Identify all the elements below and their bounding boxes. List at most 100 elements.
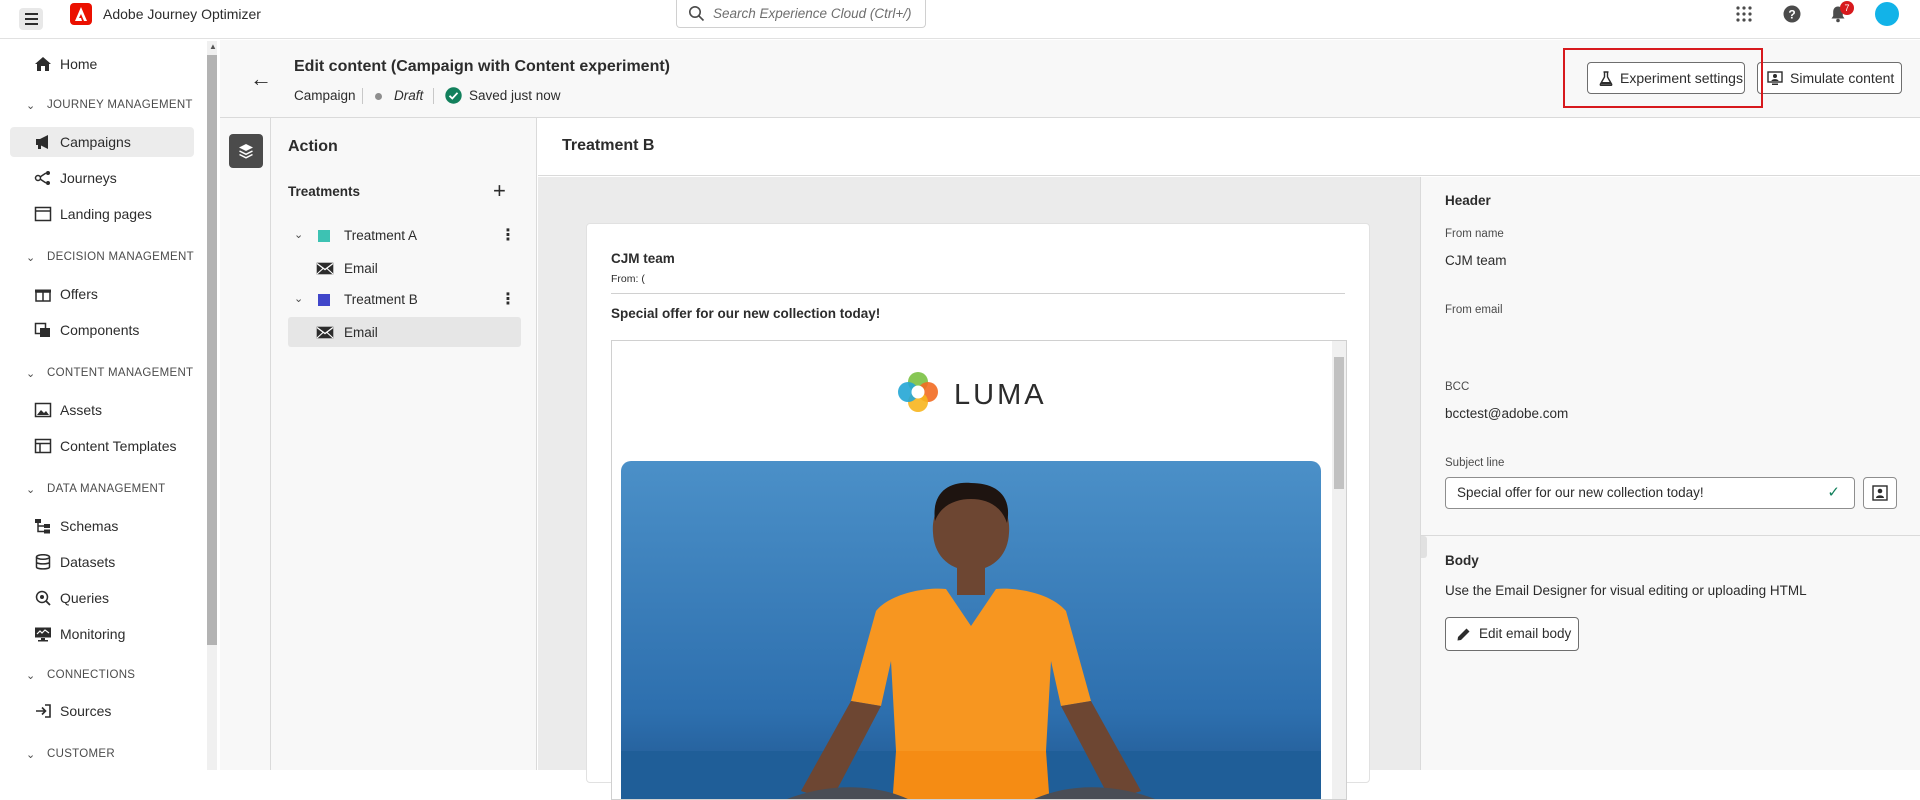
sidebar-item-label: Content Templates <box>60 438 177 454</box>
sidebar-item-label: Landing pages <box>60 206 152 222</box>
sidebar-item-label: Assets <box>60 402 103 418</box>
sidebar-item-journeys[interactable]: Journeys <box>10 163 194 193</box>
bcc-value[interactable]: bcctest@adobe.com <box>1445 406 1568 421</box>
section-customer[interactable]: ⌄ CUSTOMER <box>26 747 206 763</box>
chevron-down-icon[interactable]: ⌄ <box>294 292 303 305</box>
simulate-content-button[interactable]: Simulate content <box>1757 62 1902 94</box>
sidebar-item-label: Sources <box>60 703 112 719</box>
from-name-value[interactable]: CJM team <box>1445 253 1507 268</box>
schema-icon <box>35 519 50 534</box>
apps-grid-icon[interactable] <box>1736 6 1752 22</box>
sidebar-item-label: Components <box>60 322 140 338</box>
check-circle-icon <box>445 87 462 104</box>
action-panel-title: Action <box>288 138 338 155</box>
treatment-b-email-row[interactable]: Email <box>288 317 521 347</box>
email-preview-canvas: CJM team From: ( Special offer for our n… <box>538 177 1420 800</box>
add-treatment-icon[interactable]: + <box>493 178 506 204</box>
adobe-logo-icon[interactable] <box>70 3 92 25</box>
icon-rail <box>220 118 271 770</box>
treatment-b-row[interactable]: ⌄ Treatment B ⋮ <box>288 286 521 314</box>
subject-line-value: Special offer for our new collection tod… <box>1457 485 1704 500</box>
valid-check-icon: ✓ <box>1827 484 1840 501</box>
treatment-b-label: Treatment B <box>344 292 418 307</box>
offers-icon <box>35 289 51 302</box>
treatment-title: Treatment B <box>562 137 655 154</box>
highlight-annotation <box>1563 48 1763 108</box>
treatment-a-email-row[interactable]: Email <box>288 253 521 283</box>
divider <box>1421 535 1920 536</box>
subject-line-input[interactable]: Special offer for our new collection tod… <box>1445 477 1855 509</box>
help-icon[interactable]: ? <box>1783 5 1801 23</box>
panel-resize-handle[interactable] <box>1421 536 1427 558</box>
main-header: Treatment B <box>538 118 1920 176</box>
sidebar-scrollbar-thumb[interactable] <box>207 55 217 645</box>
section-label: DATA MANAGEMENT <box>47 483 166 495</box>
sidebar-item-label: Campaigns <box>60 134 131 150</box>
edit-email-body-button[interactable]: Edit email body <box>1445 617 1579 651</box>
status-badge: Draft <box>394 88 424 103</box>
layers-button[interactable] <box>229 134 263 168</box>
sidebar-item-schemas[interactable]: Schemas <box>10 511 194 541</box>
sidebar-item-offers[interactable]: Offers <box>10 279 194 309</box>
hero-image <box>621 461 1321 799</box>
scroll-up-icon[interactable]: ▲ <box>209 42 217 51</box>
sidebar-item-label: Journeys <box>60 170 117 186</box>
status-dot-icon <box>375 93 382 100</box>
from-name-label: From name <box>1445 228 1504 240</box>
menu-icon[interactable] <box>19 8 43 30</box>
section-label: CONTENT MANAGEMENT <box>47 367 194 379</box>
chevron-down-icon[interactable]: ⌄ <box>294 228 303 241</box>
email-subject: Special offer for our new collection tod… <box>611 306 881 321</box>
chevron-down-icon: ⌄ <box>26 252 36 264</box>
sidebar-item-assets[interactable]: Assets <box>10 395 194 425</box>
sidebar-item-label: Schemas <box>60 518 119 534</box>
avatar[interactable] <box>1875 2 1899 26</box>
chevron-down-icon: ⌄ <box>26 100 36 112</box>
section-decision-management[interactable]: ⌄ DECISION MANAGEMENT <box>26 250 206 266</box>
personalization-button[interactable] <box>1863 477 1897 509</box>
divider <box>611 293 1345 294</box>
sidebar-item-campaigns[interactable]: Campaigns <box>10 127 194 157</box>
luma-brand-text: LUMA <box>954 379 1047 411</box>
section-label: CUSTOMER <box>47 748 115 760</box>
email-body-preview[interactable]: LUMA <box>611 340 1347 800</box>
section-connections[interactable]: ⌄ CONNECTIONS <box>26 668 206 684</box>
search-input[interactable]: Search Experience Cloud (Ctrl+/) <box>676 0 926 28</box>
channel-label: Email <box>344 261 378 276</box>
sidebar-item-queries[interactable]: Queries <box>10 583 194 613</box>
more-options-icon[interactable]: ⋮ <box>500 289 516 309</box>
chevron-down-icon: ⌄ <box>26 368 36 380</box>
sidebar-item-content-templates[interactable]: Content Templates <box>10 431 194 461</box>
section-data-management[interactable]: ⌄ DATA MANAGEMENT <box>26 482 206 498</box>
sidebar-item-components[interactable]: Components <box>10 315 194 345</box>
header-section-title: Header <box>1445 193 1491 208</box>
sidebar-item-label: Offers <box>60 286 98 302</box>
personalization-icon <box>1872 485 1888 501</box>
back-arrow-icon[interactable]: ← <box>250 66 272 92</box>
luma-logo-icon <box>898 372 938 412</box>
sidebar-item-datasets[interactable]: Datasets <box>10 547 194 577</box>
sidebar-item-monitoring[interactable]: Monitoring <box>10 619 194 649</box>
section-journey-management[interactable]: ⌄ JOURNEY MANAGEMENT <box>26 98 206 114</box>
subject-line-label: Subject line <box>1445 457 1505 469</box>
sidebar-item-landing-pages[interactable]: Landing pages <box>10 199 194 229</box>
sidebar-item-sources[interactable]: Sources <box>10 696 194 726</box>
sidebar-item-label: Monitoring <box>60 626 126 642</box>
treatment-a-row[interactable]: ⌄ Treatment A ⋮ <box>288 222 521 250</box>
preview-scrollbar-thumb[interactable] <box>1334 357 1344 489</box>
section-label: CONNECTIONS <box>47 669 136 681</box>
treatments-heading: Treatments <box>288 184 361 199</box>
layers-icon <box>239 144 253 159</box>
body-description: Use the Email Designer for visual editin… <box>1445 583 1807 598</box>
saved-status: Saved just now <box>469 88 561 103</box>
top-bar: Adobe Journey Optimizer Search Experienc… <box>0 0 1920 39</box>
section-label: JOURNEY MANAGEMENT <box>47 99 193 111</box>
sidebar: Home ⌄ JOURNEY MANAGEMENT Campaigns Jour… <box>0 39 206 770</box>
app-title[interactable]: Adobe Journey Optimizer <box>103 6 261 22</box>
channel-label: Email <box>344 325 378 340</box>
section-content-management[interactable]: ⌄ CONTENT MANAGEMENT <box>26 366 206 382</box>
bcc-label: BCC <box>1445 381 1470 393</box>
sidebar-item-home[interactable]: Home <box>10 49 194 79</box>
email-icon <box>316 326 334 339</box>
more-options-icon[interactable]: ⋮ <box>500 225 516 245</box>
